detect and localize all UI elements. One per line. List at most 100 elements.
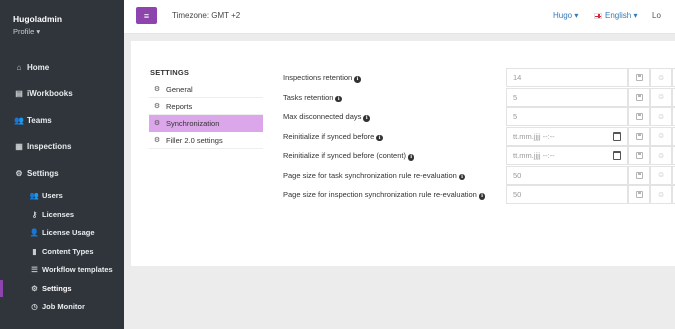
gear-icon: ⚙: [153, 103, 161, 110]
sidebar-item-inspections[interactable]: ▦ Inspections: [0, 134, 124, 161]
sidebar-subitem-label: Licenses: [42, 209, 75, 219]
sidebar-item-settings[interactable]: ⚙ Settings: [0, 160, 124, 187]
timezone-label: Timezone: GMT +2: [172, 11, 241, 20]
save-button[interactable]: [628, 146, 650, 165]
setting-row: Page size for task synchronization rule …: [283, 165, 675, 186]
sidebar: Hugoladmin Profile ▾ ⌂ Home ▤ iWorkbooks…: [0, 0, 124, 329]
save-button[interactable]: [628, 165, 650, 185]
profile-dropdown[interactable]: Profile ▾: [13, 27, 124, 36]
info-icon[interactable]: i: [478, 193, 486, 200]
sidebar-item-home[interactable]: ⌂ Home: [0, 54, 124, 81]
cogs-icon: ⚙: [31, 283, 38, 293]
info-icon[interactable]: i: [376, 134, 383, 141]
inspection-page-size-input[interactable]: 50: [506, 185, 628, 204]
setting-row: Inspections retention i 14 ♲: [283, 68, 675, 88]
sidebar-subitem-content-types[interactable]: ▮ Content Types: [0, 242, 124, 261]
sidebar-item-teams[interactable]: 👥 Teams: [0, 107, 124, 134]
user-menu-dropdown[interactable]: Hugo ▾: [553, 11, 578, 20]
language-dropdown[interactable]: English ▾: [594, 11, 637, 20]
floppy-icon: [635, 74, 643, 81]
user-icon: 👤: [29, 228, 40, 238]
setting-row: Max disconnected days i 5 ♲: [283, 107, 675, 127]
floppy-icon: [635, 171, 643, 179]
save-button[interactable]: [628, 126, 650, 146]
reset-button[interactable]: ♲: [650, 87, 672, 107]
setting-row: Reinitialize if synced before (content) i…: [283, 146, 675, 166]
gear-icon: ⚙: [153, 86, 161, 93]
tasks-retention-input[interactable]: 5: [506, 87, 628, 107]
key-icon: ⚷: [31, 209, 38, 219]
sidebar-subitem-licenses[interactable]: ⚷ Licenses: [0, 205, 124, 224]
settings-tab-label: General: [166, 84, 193, 94]
sidebar-item-label: Home: [27, 62, 50, 72]
inspections-retention-input[interactable]: 14: [506, 68, 628, 87]
recycle-icon: ♲: [657, 133, 665, 140]
setting-label: Page size for task synchronization rule …: [283, 171, 466, 180]
info-icon[interactable]: i: [363, 115, 370, 122]
settings-tab-label: Reports: [166, 101, 193, 111]
list-icon: ☰: [31, 265, 38, 275]
reinitialize-date-input[interactable]: tt.mm.jjjj --:--: [506, 126, 628, 146]
info-icon[interactable]: i: [458, 173, 466, 180]
save-button[interactable]: [628, 185, 650, 204]
sidebar-item-label: Inspections: [27, 142, 72, 152]
sidebar-subitem-workflow-templates[interactable]: ☰ Workflow templates: [0, 261, 124, 280]
floppy-icon: [635, 113, 643, 120]
top-bar: ≡ Timezone: GMT +2 Hugo ▾ English ▾ Lo: [124, 0, 675, 34]
reset-button[interactable]: ♲: [650, 126, 672, 146]
info-icon[interactable]: i: [407, 154, 415, 161]
reset-button[interactable]: ♲: [650, 146, 672, 165]
save-button[interactable]: [628, 107, 650, 126]
setting-label: Reinitialize if synced before i: [283, 132, 383, 141]
home-icon: ⌂: [16, 62, 22, 72]
settings-tab-synchronization[interactable]: ⚙ Synchronization: [149, 115, 263, 132]
settings-tab-filler[interactable]: ⚙ Filler 2.0 settings: [149, 132, 263, 149]
reset-button[interactable]: ♲: [650, 165, 672, 185]
sidebar-subitem-job-monitor[interactable]: ◷ Job Monitor: [0, 298, 124, 317]
floppy-icon: [635, 132, 643, 140]
recycle-icon: ♲: [657, 74, 665, 82]
calendar-icon: ▦: [15, 142, 23, 152]
setting-row: Page size for inspection synchronization…: [283, 185, 675, 205]
sidebar-subitem-label: Content Types: [42, 246, 94, 256]
calendar-icon[interactable]: [613, 131, 621, 141]
sidebar-item-iworkbooks[interactable]: ▤ iWorkbooks: [0, 81, 124, 108]
sidebar-subitem-label: Settings: [42, 283, 72, 293]
setting-row: Reinitialize if synced before i tt.mm.jjj…: [283, 126, 675, 147]
info-icon[interactable]: i: [354, 76, 361, 83]
task-page-size-input[interactable]: 50: [506, 165, 628, 185]
settings-tab-general[interactable]: ⚙ General: [149, 81, 263, 98]
save-button[interactable]: [628, 87, 650, 107]
settings-tab-reports[interactable]: ⚙ Reports: [149, 98, 263, 115]
setting-label: Inspections retention i: [283, 73, 361, 83]
sidebar-subitem-settings[interactable]: ⚙ Settings: [0, 279, 124, 298]
users-icon: 👥: [29, 191, 40, 201]
floppy-icon: [635, 191, 643, 198]
setting-label: Tasks retention i: [283, 93, 342, 102]
info-icon[interactable]: i: [335, 95, 342, 102]
max-disconnected-days-input[interactable]: 5: [506, 107, 628, 126]
settings-title: SETTINGS: [150, 68, 190, 77]
reset-button[interactable]: ♲: [650, 107, 672, 126]
calendar-icon[interactable]: [613, 151, 621, 160]
language-label: English ▾: [605, 11, 638, 20]
sidebar-subitem-label: Job Monitor: [42, 302, 85, 312]
logout-link[interactable]: Lo: [652, 11, 661, 20]
reinitialize-content-date-input[interactable]: tt.mm.jjjj --:--: [506, 146, 628, 165]
file-icon: ▮: [32, 246, 37, 256]
sidebar-toggle-button[interactable]: ≡: [136, 7, 157, 24]
floppy-icon: [635, 93, 643, 101]
save-button[interactable]: [628, 68, 650, 87]
sidebar-subitem-license-usage[interactable]: 👤 License Usage: [0, 224, 124, 243]
setting-label: Max disconnected days i: [283, 112, 370, 122]
sidebar-username: Hugoladmin: [13, 14, 63, 24]
sidebar-item-label: iWorkbooks: [27, 89, 73, 99]
date-input-value: tt.mm.jjjj --:--: [513, 151, 555, 160]
sidebar-subitem-users[interactable]: 👥 Users: [0, 187, 124, 206]
settings-panel: SETTINGS ⚙ General ⚙ Reports ⚙ Synchroni…: [131, 41, 675, 266]
sidebar-subitem-label: License Usage: [42, 228, 95, 238]
recycle-icon: ♲: [657, 94, 665, 101]
reset-button[interactable]: ♲: [650, 185, 672, 204]
reset-button[interactable]: ♲: [650, 68, 672, 87]
floppy-icon: [635, 152, 643, 159]
